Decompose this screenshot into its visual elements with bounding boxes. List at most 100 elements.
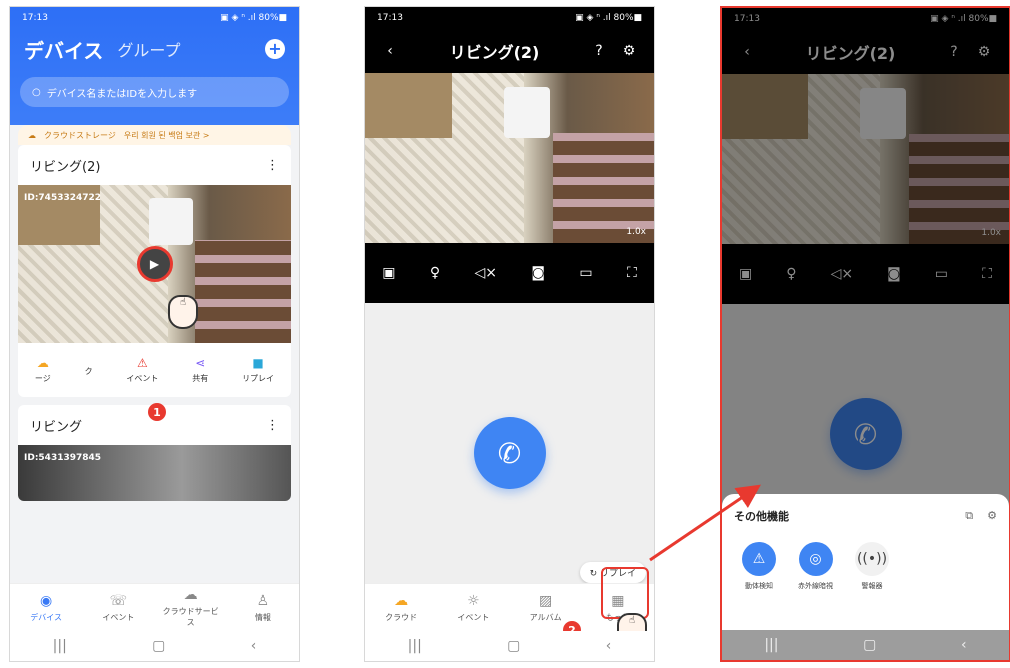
recent-apps-icon[interactable]: |||: [764, 637, 778, 653]
fullscreen-icon[interactable]: ⛶: [627, 265, 637, 281]
feature-infrared[interactable]: ◎ 赤外線暗視: [798, 542, 833, 591]
live-view-navbar: ‹ リビング(2) ? ⚙: [365, 29, 654, 73]
action-label: ージ: [34, 374, 51, 383]
more-features-sheet: その他機能 ⧉ ⚙ ⚠ 動体検知 ◎ 赤外線暗視 ((•)) 警報器: [722, 494, 1009, 640]
add-device-button[interactable]: +: [265, 39, 285, 59]
tab-label: 情報: [254, 612, 271, 622]
camera-thumbnail[interactable]: ID:7453324722 ▶ ☝: [18, 185, 291, 343]
search-placeholder: デバイス名またはIDを入力します: [46, 88, 198, 100]
settings-icon[interactable]: ⚙: [987, 509, 997, 523]
device-name: リビング(2): [30, 159, 101, 175]
video-controls: ▣ ♀ ◁× ◙ ▭ ⛶: [365, 243, 654, 303]
zoom-level: 1.0x: [626, 227, 646, 237]
system-nav-bar: ||| ▢ ‹: [365, 631, 654, 661]
tab-label: クラウドサービス: [162, 607, 219, 627]
tab-label: デバイス: [30, 612, 62, 622]
recent-apps-icon[interactable]: |||: [53, 638, 67, 654]
feature-label: 赤外線暗視: [798, 582, 833, 590]
page-title: リビング(2): [449, 43, 540, 62]
action-event[interactable]: ⚠ イベント: [126, 356, 158, 384]
cloud-icon: ☁: [394, 592, 409, 609]
tab-label: アルバム: [529, 612, 562, 622]
sheet-title: その他機能: [734, 510, 789, 523]
system-nav-bar: ||| ▢ ‹: [722, 630, 1009, 660]
snapshot-icon[interactable]: ◙: [531, 265, 545, 281]
device-card-living-2[interactable]: リビング(2) ⋮ ID:7453324722 ▶ ☝ ☁ ージ ク ⚠ イベント …: [18, 145, 291, 397]
phone-screen-live-view: 17:13 ▣ ◈ ⁿ .ıl 80%■ ‹ リビング(2) ? ⚙ 1.0x ▣…: [364, 6, 655, 662]
cloud-icon: ☁: [36, 356, 49, 370]
tab-cloud[interactable]: ☁ クラウド: [371, 593, 431, 623]
action-label: 共有: [192, 374, 209, 383]
alarm-light-icon: ⚠: [742, 542, 776, 576]
play-button[interactable]: ▶: [136, 246, 173, 282]
external-link-icon[interactable]: ⧉: [965, 509, 973, 523]
record-icon[interactable]: ▭: [579, 265, 592, 281]
more-tab-highlight: [601, 567, 649, 619]
user-icon: ♙: [256, 592, 270, 609]
home-icon[interactable]: ▢: [507, 638, 520, 654]
action-label: イベント: [126, 374, 159, 383]
tab-label: イベント: [102, 612, 135, 622]
back-icon[interactable]: ‹: [961, 637, 967, 653]
infrared-icon: ◎: [798, 542, 833, 576]
album-icon: ▨: [539, 592, 553, 609]
more-menu-icon[interactable]: ⋮: [266, 418, 279, 433]
status-bar: 17:13 ▣ ◈ ⁿ .ıl 80%■: [365, 7, 654, 29]
mute-icon[interactable]: ◁×: [474, 265, 497, 281]
home-icon[interactable]: ▢: [152, 638, 165, 654]
search-icon: ○: [32, 86, 41, 98]
tab-label: イベント: [457, 612, 490, 622]
banner-subtext: 우리 회원 된 백업 보관 >: [123, 130, 210, 140]
phone-screen-device-list: 17:13 ▣ ◈ ⁿ .ıl 80%■ デバイス グループ + ○ デバイス名…: [9, 6, 300, 662]
tab-cloud-service[interactable]: ☁ クラウドサービス: [161, 587, 221, 628]
feature-label: 警報器: [861, 582, 883, 590]
cloud-icon: ☁: [183, 587, 198, 603]
cloud-icon: ☁: [28, 130, 36, 140]
device-actions: ☁ ージ ク ⚠ イベント ⋖ 共有 ■ リプレイ: [18, 343, 291, 397]
feature-label: 動体検知: [745, 582, 773, 590]
share-icon: ⋖: [195, 356, 206, 370]
tab-info[interactable]: ♙ 情報: [233, 593, 293, 623]
recent-apps-icon[interactable]: |||: [408, 638, 422, 654]
action-share[interactable]: ⋖ 共有: [192, 356, 208, 384]
back-icon[interactable]: ‹: [379, 40, 401, 62]
tutorial-stage: 17:13 ▣ ◈ ⁿ .ıl 80%■ デバイス グループ + ○ デバイス名…: [0, 0, 1010, 668]
feature-motion-detection[interactable]: ⚠ 動体検知: [742, 542, 776, 591]
tab-groups-title[interactable]: グループ: [117, 37, 180, 61]
back-icon[interactable]: ‹: [606, 638, 612, 654]
device-list-header: 17:13 ▣ ◈ ⁿ .ıl 80%■ デバイス グループ + ○ デバイス名…: [10, 7, 299, 125]
back-icon[interactable]: ‹: [251, 638, 257, 654]
banner-text: クラウドストレージ: [44, 130, 116, 140]
sd-icon[interactable]: ▣: [382, 265, 395, 281]
tab-album[interactable]: ▨ アルバム: [516, 593, 576, 623]
step-badge-1: 1: [148, 403, 166, 421]
live-video[interactable]: 1.0x: [365, 73, 654, 243]
status-time: 17:13: [377, 13, 403, 23]
tab-devices-title[interactable]: デバイス: [24, 35, 103, 64]
feature-siren[interactable]: ((•)) 警報器: [855, 542, 889, 591]
bottom-tab-bar: ◉ デバイス ☏ イベント ☁ クラウドサービス ♙ 情報: [10, 583, 299, 631]
status-icons: ▣ ◈ ⁿ .ıl 80%■: [575, 13, 642, 23]
home-icon[interactable]: ▢: [863, 637, 876, 653]
settings-icon[interactable]: ⚙: [618, 40, 640, 62]
help-icon[interactable]: ?: [588, 40, 610, 62]
event-icon: ☼: [467, 592, 480, 609]
tab-devices[interactable]: ◉ デバイス: [16, 593, 76, 623]
action-cloud[interactable]: ☁ ージ: [35, 356, 51, 384]
cloud-storage-banner[interactable]: ☁ クラウドストレージ 우리 회원 된 백업 보관 >: [18, 125, 291, 145]
action-label: リプレイ: [242, 374, 275, 383]
replay-icon: ■: [252, 356, 264, 370]
device-id: ID:5431397845: [24, 453, 102, 463]
action-cloud-2[interactable]: ク: [85, 363, 93, 377]
action-replay[interactable]: ■ リプレイ: [242, 356, 274, 384]
tab-event[interactable]: ☼ イベント: [443, 593, 503, 623]
system-nav-bar: ||| ▢ ‹: [10, 631, 299, 661]
more-menu-icon[interactable]: ⋮: [266, 158, 279, 173]
status-bar: 17:13 ▣ ◈ ⁿ .ıl 80%■: [10, 7, 299, 29]
camera-thumbnail[interactable]: ID:5431397845: [18, 445, 291, 501]
light-icon[interactable]: ♀: [430, 265, 440, 281]
siren-icon: ((•)): [855, 542, 889, 576]
search-input[interactable]: ○ デバイス名またはIDを入力します: [20, 77, 289, 107]
tab-events[interactable]: ☏ イベント: [88, 593, 148, 623]
phone-icon[interactable]: ✆: [473, 417, 546, 489]
